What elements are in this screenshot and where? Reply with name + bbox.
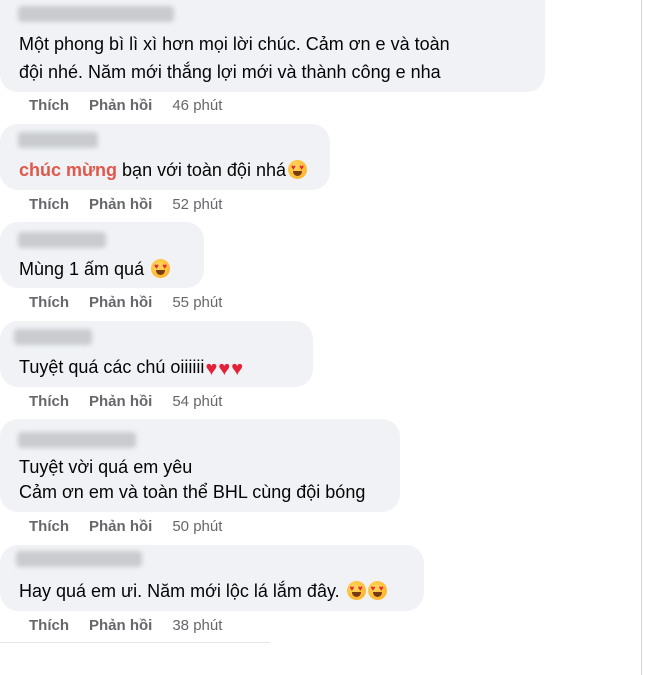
comment-text-body: bạn với toàn đội nhá	[117, 160, 286, 180]
commenter-name-redacted	[18, 6, 174, 22]
comment-time[interactable]: 54 phút	[172, 393, 222, 410]
like-button[interactable]: Thích	[29, 518, 69, 535]
like-button[interactable]: Thích	[29, 196, 69, 213]
highlighted-phrase: chúc mừng	[19, 160, 118, 180]
like-button[interactable]: Thích	[29, 294, 69, 311]
like-button[interactable]: Thích	[29, 393, 69, 410]
comment-text-body: Tuyệt quá các chú oiiiiii	[19, 357, 205, 377]
commenter-name-redacted	[18, 232, 106, 248]
comment-actions: Thích Phản hồi 52 phút	[29, 195, 222, 215]
comment-time[interactable]: 55 phút	[172, 294, 222, 311]
comment-text-body: Hay quá em ưi. Năm mới lộc lá lắm đây.	[19, 581, 345, 601]
heart-eyes-emoji-icon: ♥ ♥	[346, 581, 366, 600]
comment-time[interactable]: 52 phút	[172, 196, 222, 213]
reply-button[interactable]: Phản hồi	[89, 294, 152, 311]
comment-actions: Thích Phản hồi 54 phút	[29, 392, 222, 412]
comment-time[interactable]: 46 phút	[172, 97, 222, 114]
divider	[0, 642, 270, 643]
comment-text-line-1: Một phong bì lì xì hơn mọi lời chúc. Cảm…	[19, 34, 450, 54]
comment-text: Mùng 1 ấm quá ♥ ♥	[19, 255, 171, 283]
commenter-name-redacted	[18, 132, 98, 148]
commenter-name-redacted	[14, 329, 92, 345]
heart-eyes-emoji-icon: ♥ ♥	[367, 581, 387, 600]
comment-text-line-2: Cảm ơn em và toàn thể BHL cùng đội bóng	[19, 482, 366, 502]
comment-text-line-1: Tuyệt vời quá em yêu	[19, 457, 193, 477]
commenter-name-redacted	[18, 432, 136, 448]
comment-bubble: Tuyệt vời quá em yêu Cảm ơn em và toàn t…	[0, 419, 400, 512]
like-button[interactable]: Thích	[29, 97, 69, 114]
comment-text: Hay quá em ưi. Năm mới lộc lá lắm đây. ♥…	[19, 577, 387, 605]
reply-button[interactable]: Phản hồi	[89, 617, 152, 634]
comment-text: Tuyệt quá các chú oiiiiii♥♥♥	[19, 353, 243, 381]
comment-actions: Thích Phản hồi 46 phút	[29, 96, 222, 116]
screenshot-edge-divider	[641, 0, 642, 675]
reply-button[interactable]: Phản hồi	[89, 393, 152, 410]
comment-text-body: Mùng 1 ấm quá	[19, 259, 150, 279]
heart-icon: ♥	[231, 358, 244, 380]
heart-icon: ♥	[218, 358, 231, 380]
comment-bubble: Hay quá em ưi. Năm mới lộc lá lắm đây. ♥…	[0, 545, 424, 611]
heart-eyes-emoji-icon: ♥ ♥	[151, 259, 171, 278]
comment-text: chúc mừng bạn với toàn đội nhá ♥ ♥	[19, 156, 307, 184]
comment-bubble: chúc mừng bạn với toàn đội nhá ♥ ♥	[0, 124, 330, 190]
comment-bubble: Tuyệt quá các chú oiiiiii♥♥♥	[0, 321, 313, 387]
comment-actions: Thích Phản hồi 38 phút	[29, 616, 222, 636]
reply-button[interactable]: Phản hồi	[89, 97, 152, 114]
reply-button[interactable]: Phản hồi	[89, 518, 152, 535]
heart-eyes-emoji-icon: ♥ ♥	[287, 160, 307, 179]
commenter-name-redacted	[16, 551, 142, 567]
like-button[interactable]: Thích	[29, 617, 69, 634]
comment-bubble: Mùng 1 ấm quá ♥ ♥	[0, 222, 204, 288]
comment-actions: Thích Phản hồi 55 phút	[29, 293, 222, 313]
heart-icon: ♥	[205, 358, 218, 380]
comment-text-line-2: đội nhé. Năm mới thắng lợi mới và thành …	[19, 62, 441, 82]
comment-actions: Thích Phản hồi 50 phút	[29, 517, 222, 537]
comment-time[interactable]: 38 phút	[172, 617, 222, 634]
comment-bubble: Một phong bì lì xì hơn mọi lời chúc. Cảm…	[0, 0, 545, 92]
reply-button[interactable]: Phản hồi	[89, 196, 152, 213]
comment-time[interactable]: 50 phút	[172, 518, 222, 535]
